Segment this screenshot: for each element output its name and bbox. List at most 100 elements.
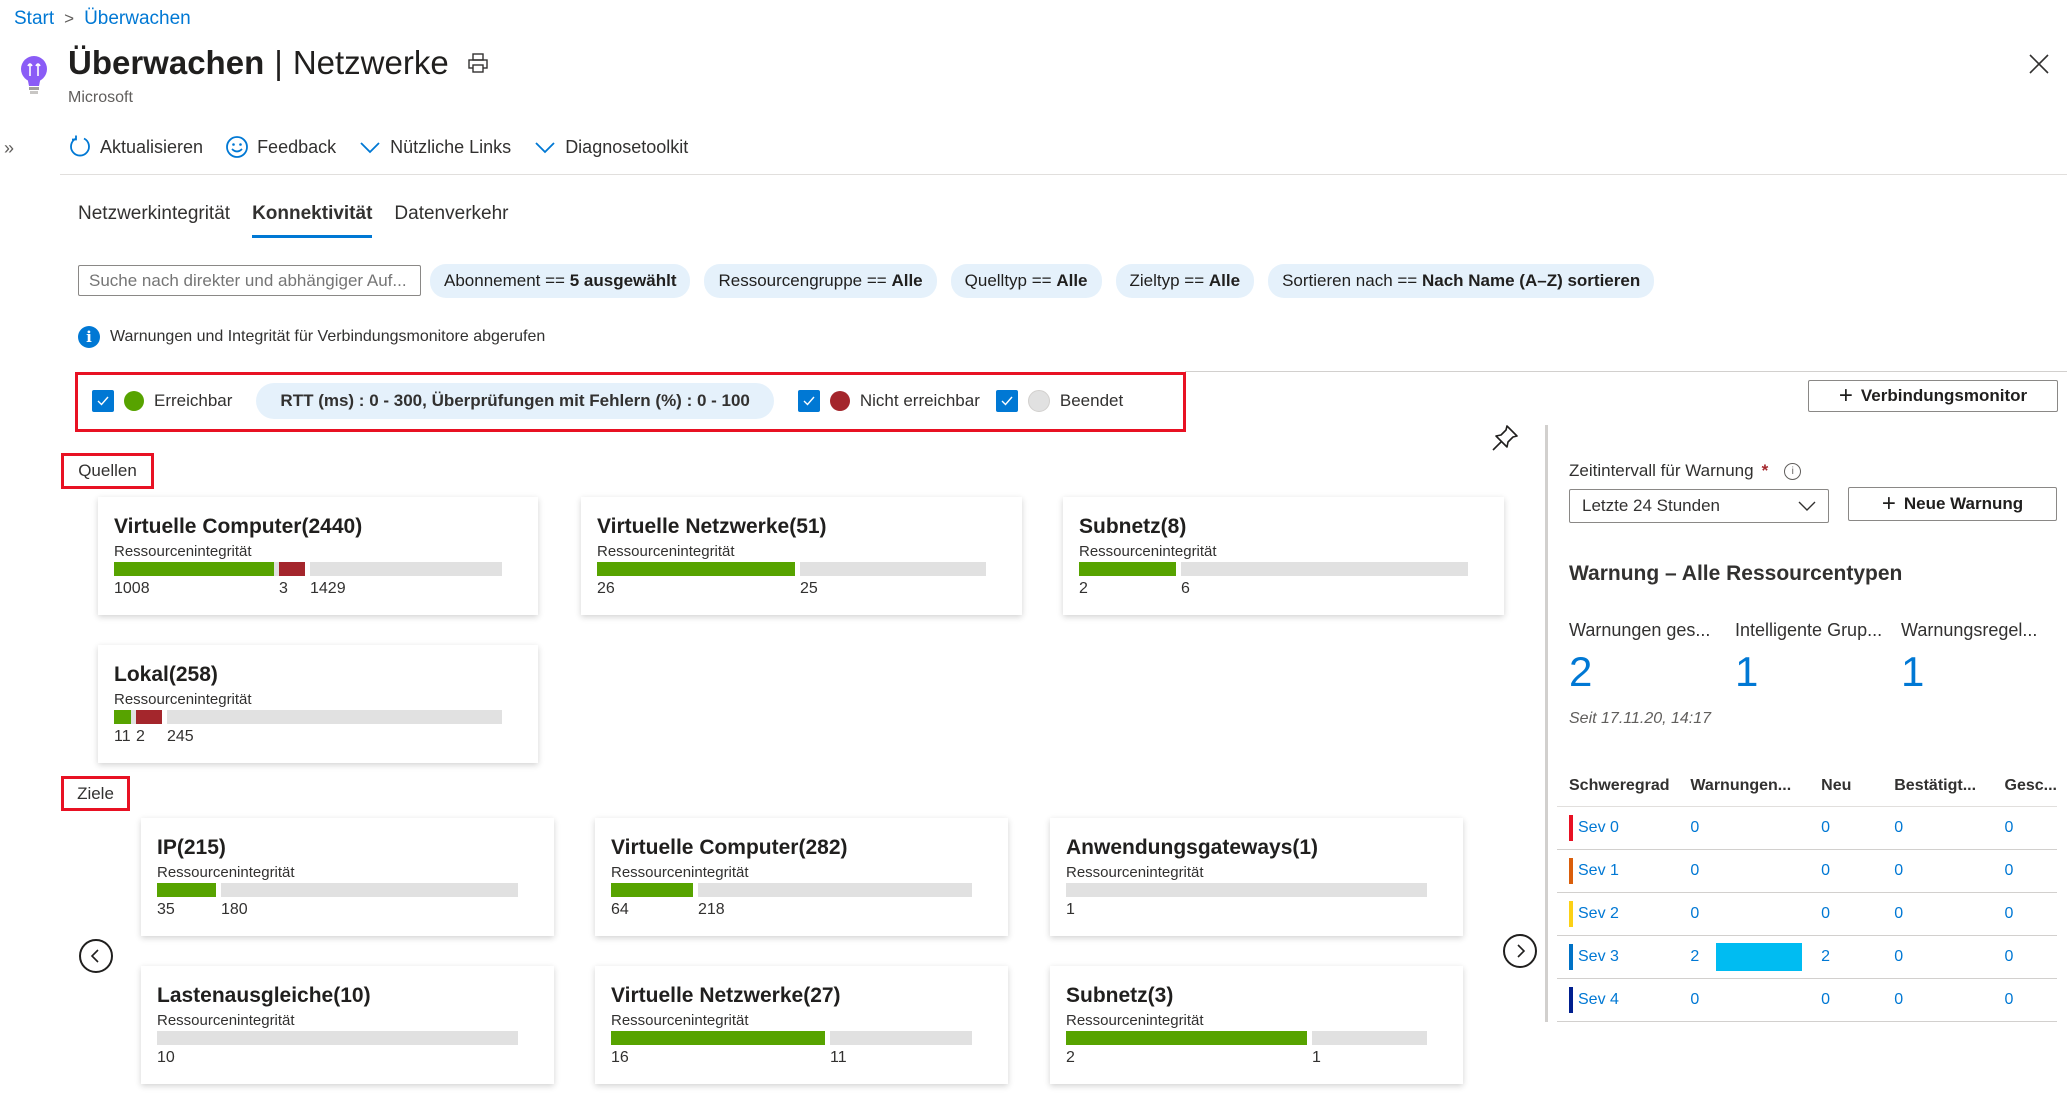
- filter-value: 5 ausgewählt: [569, 271, 677, 290]
- print-icon[interactable]: [467, 52, 489, 74]
- card-title: Virtuelle Computer(282): [611, 836, 848, 859]
- target-card[interactable]: Subnetz(3) Ressourcenintegrität 2 1: [1050, 966, 1463, 1084]
- bar-segment-reachable: [157, 883, 216, 897]
- toolbar: Aktualisieren Feedback Nützliche Links D…: [68, 135, 700, 159]
- total-alerts-cell[interactable]: 2: [1678, 935, 1810, 979]
- info-message: Warnungen und Integrität für Verbindungs…: [110, 328, 546, 345]
- acknowledged-cell[interactable]: 0: [1882, 978, 1993, 1022]
- source-card[interactable]: Virtuelle Computer(2440) Ressourcenintegr…: [98, 497, 538, 615]
- feedback-button[interactable]: Feedback: [225, 135, 336, 159]
- required-asterisk: *: [1761, 461, 1769, 480]
- severity-color-bar: [1569, 858, 1573, 884]
- stat-total-alerts-value[interactable]: 2: [1569, 648, 1592, 696]
- toolbar-divider: [60, 174, 2067, 175]
- col-total-alerts[interactable]: Warnungen...: [1678, 766, 1810, 807]
- closed-cell[interactable]: 0: [1992, 935, 2057, 979]
- refresh-button[interactable]: Aktualisieren: [68, 135, 203, 159]
- acknowledged-cell[interactable]: 0: [1882, 849, 1993, 893]
- time-range-dropdown[interactable]: Letzte 24 Stunden: [1569, 489, 1829, 523]
- source-card[interactable]: Subnetz(8) Ressourcenintegrität 2 6: [1063, 497, 1504, 615]
- acknowledged-cell[interactable]: 0: [1882, 892, 1993, 936]
- useful-links-menu[interactable]: Nützliche Links: [358, 135, 511, 159]
- checkmark-icon: [97, 396, 109, 406]
- new-cell[interactable]: 0: [1809, 806, 1883, 850]
- unreachable-checkbox[interactable]: [797, 390, 820, 412]
- rtt-filter-pill[interactable]: RTT (ms) : 0 - 300, Überprüfungen mit Fe…: [256, 383, 774, 419]
- filter-resource-group[interactable]: Ressourcengruppe == Alle: [704, 264, 937, 298]
- target-card[interactable]: Virtuelle Netzwerke(27) Ressourcenintegri…: [595, 966, 1008, 1084]
- closed-cell[interactable]: 0: [1992, 892, 2057, 936]
- target-card[interactable]: Lastenausgleiche(10) Ressourcenintegrität…: [141, 966, 554, 1084]
- severity-cell[interactable]: Sev 1: [1557, 849, 1679, 893]
- health-counts: 10: [157, 1049, 538, 1071]
- severity-color-bar: [1569, 901, 1573, 927]
- stat-smart-groups-value[interactable]: 1: [1735, 648, 1758, 696]
- acknowledged-cell[interactable]: 0: [1882, 806, 1993, 850]
- target-card[interactable]: Anwendungsgateways(1) Ressourcenintegritä…: [1050, 818, 1463, 936]
- tab-network-health[interactable]: Netzwerkintegrität: [78, 203, 230, 238]
- total-alerts-cell[interactable]: 0: [1678, 892, 1810, 936]
- filter-destination-type[interactable]: Zieltyp == Alle: [1115, 264, 1255, 298]
- closed-cell[interactable]: 0: [1992, 806, 2057, 850]
- col-closed[interactable]: Gesc...: [1992, 766, 2057, 807]
- tab-traffic[interactable]: Datenverkehr: [394, 203, 508, 238]
- table-row[interactable]: Sev 00000: [1557, 806, 2057, 850]
- acknowledged-cell[interactable]: 0: [1882, 935, 1993, 979]
- bar-gap: [693, 883, 698, 897]
- new-cell[interactable]: 0: [1809, 849, 1883, 893]
- close-icon[interactable]: [2027, 52, 2051, 76]
- breadcrumb-start[interactable]: Start: [14, 8, 54, 30]
- time-range-label-text: Zeitintervall für Warnung: [1569, 461, 1754, 480]
- card-title: Subnetz(8): [1079, 515, 1187, 538]
- total-alerts-cell[interactable]: 0: [1678, 978, 1810, 1022]
- filter-subscription[interactable]: Abonnement == 5 ausgewählt: [430, 264, 691, 298]
- reachable-checkbox[interactable]: [92, 390, 114, 412]
- closed-cell[interactable]: 0: [1992, 849, 2057, 893]
- diagnostic-toolkit-menu[interactable]: Diagnosetoolkit: [533, 135, 688, 159]
- table-row[interactable]: Sev 32200: [1557, 935, 2057, 979]
- plus-icon: +: [1881, 490, 1896, 517]
- table-row[interactable]: Sev 10000: [1557, 849, 2057, 893]
- col-new[interactable]: Neu: [1809, 766, 1883, 807]
- new-cell[interactable]: 2: [1809, 935, 1883, 979]
- breadcrumb-monitor[interactable]: Überwachen: [84, 8, 191, 30]
- targets-label: Ziele: [61, 776, 130, 811]
- search-input[interactable]: [78, 265, 421, 296]
- closed-cell[interactable]: 0: [1992, 978, 2057, 1022]
- info-icon[interactable]: i: [1784, 462, 1802, 480]
- filter-key: Sortieren nach ==: [1282, 271, 1418, 290]
- previous-page-button[interactable]: [79, 939, 113, 973]
- new-alert-button[interactable]: + Neue Warnung: [1848, 487, 2057, 521]
- severity-color-bar: [1569, 815, 1573, 841]
- count-stopped: 11: [830, 1049, 847, 1066]
- severity-cell[interactable]: Sev 3: [1557, 935, 1679, 979]
- expand-sidebar-button[interactable]: »: [4, 138, 14, 159]
- severity-cell[interactable]: Sev 2: [1557, 892, 1679, 936]
- sources-label-text: Quellen: [78, 461, 137, 480]
- target-card[interactable]: IP(215) Ressourcenintegrität 35 180: [141, 818, 554, 936]
- total-alerts-cell[interactable]: 0: [1678, 806, 1810, 850]
- tab-connectivity[interactable]: Konnektivität: [252, 203, 373, 238]
- add-connection-monitor-button[interactable]: + Verbindungsmonitor: [1808, 380, 2058, 412]
- table-row[interactable]: Sev 20000: [1557, 892, 2057, 936]
- new-cell[interactable]: 0: [1809, 892, 1883, 936]
- new-cell[interactable]: 0: [1809, 978, 1883, 1022]
- status-legend: Erreichbar RTT (ms) : 0 - 300, Überprüfu…: [92, 381, 1129, 421]
- pin-icon[interactable]: [1490, 423, 1520, 453]
- col-acknowledged[interactable]: Bestätigt...: [1882, 766, 1993, 807]
- source-card[interactable]: Lokal(258) Ressourcenintegrität 11 2 245: [98, 645, 538, 763]
- target-card[interactable]: Virtuelle Computer(282) Ressourcenintegri…: [595, 818, 1008, 936]
- severity-cell[interactable]: Sev 0: [1557, 806, 1679, 850]
- stopped-checkbox[interactable]: [995, 390, 1018, 412]
- next-page-button[interactable]: [1503, 934, 1537, 968]
- stat-alert-rules-value[interactable]: 1: [1901, 648, 1924, 696]
- total-alerts-cell[interactable]: 0: [1678, 849, 1810, 893]
- filter-source-type[interactable]: Quelltyp == Alle: [950, 264, 1102, 298]
- source-card[interactable]: Virtuelle Netzwerke(51) Ressourcenintegri…: [581, 497, 1022, 615]
- filter-sort-by[interactable]: Sortieren nach == Nach Name (A–Z) sortie…: [1268, 264, 1655, 298]
- severity-cell[interactable]: Sev 4: [1557, 978, 1679, 1022]
- bar-gap: [1176, 562, 1181, 576]
- col-severity[interactable]: Schweregrad: [1557, 766, 1679, 807]
- severity-table: Schweregrad Warnungen... Neu Bestätigt..…: [1557, 766, 2057, 1022]
- table-row[interactable]: Sev 40000: [1557, 978, 2057, 1022]
